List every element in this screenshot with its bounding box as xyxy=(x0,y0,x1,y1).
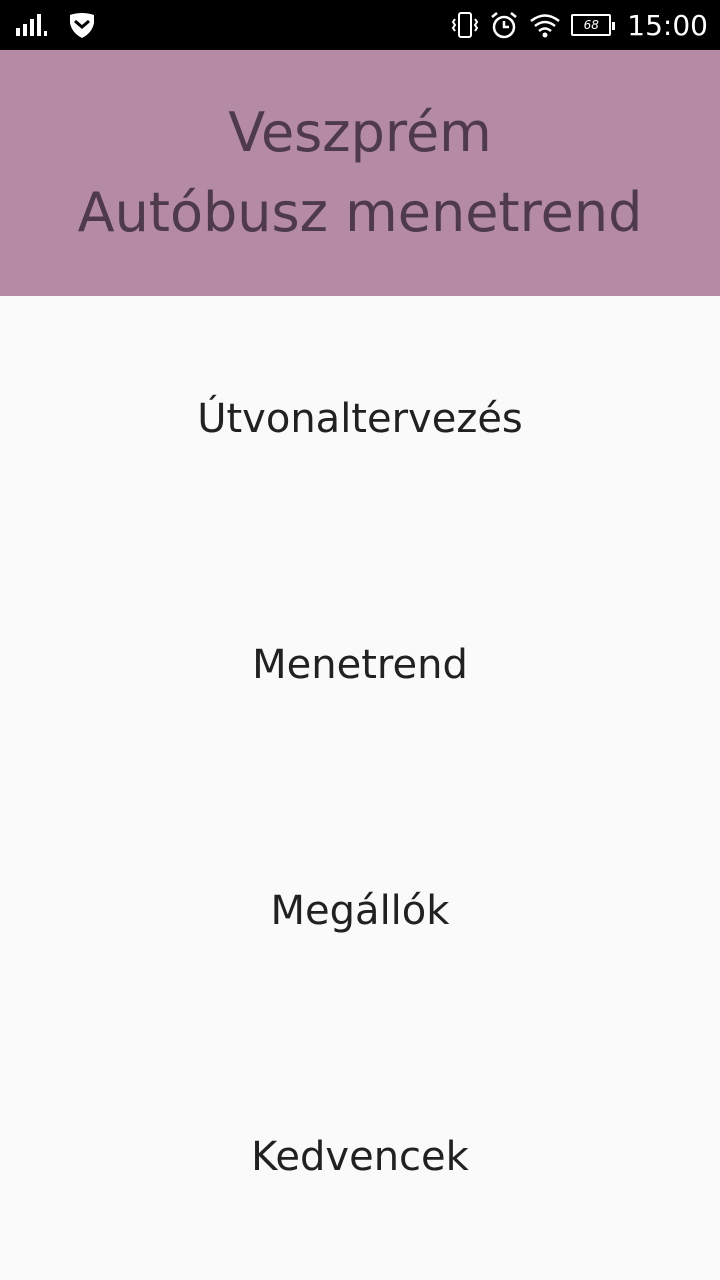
menu-item-label: Útvonaltervezés xyxy=(197,396,523,442)
app-header: Veszprém Autóbusz menetrend xyxy=(0,50,720,296)
alarm-icon xyxy=(489,10,519,40)
menu-item-route-planning[interactable]: Útvonaltervezés xyxy=(0,296,720,542)
vibrate-icon xyxy=(451,11,479,39)
header-title-city: Veszprém xyxy=(228,101,492,164)
header-title-subtitle: Autóbusz menetrend xyxy=(77,181,643,244)
battery-icon: 68 xyxy=(571,14,616,36)
shield-icon xyxy=(68,11,96,39)
menu-item-stops[interactable]: Megállók xyxy=(0,788,720,1034)
status-time: 15:00 xyxy=(627,8,708,42)
menu-item-label: Megállók xyxy=(270,888,450,934)
menu-item-label: Menetrend xyxy=(252,642,468,688)
status-bar: 68 15:00 xyxy=(0,0,720,50)
wifi-icon xyxy=(529,12,561,38)
status-bar-left xyxy=(16,0,96,50)
menu-item-label: Kedvencek xyxy=(251,1134,469,1180)
signal-icon xyxy=(16,14,50,36)
main-menu: Útvonaltervezés Menetrend Megállók Kedve… xyxy=(0,296,720,1280)
menu-item-timetable[interactable]: Menetrend xyxy=(0,542,720,788)
battery-level: 68 xyxy=(583,18,599,32)
menu-item-favorites[interactable]: Kedvencek xyxy=(0,1034,720,1280)
status-bar-right: 68 15:00 xyxy=(451,0,708,50)
